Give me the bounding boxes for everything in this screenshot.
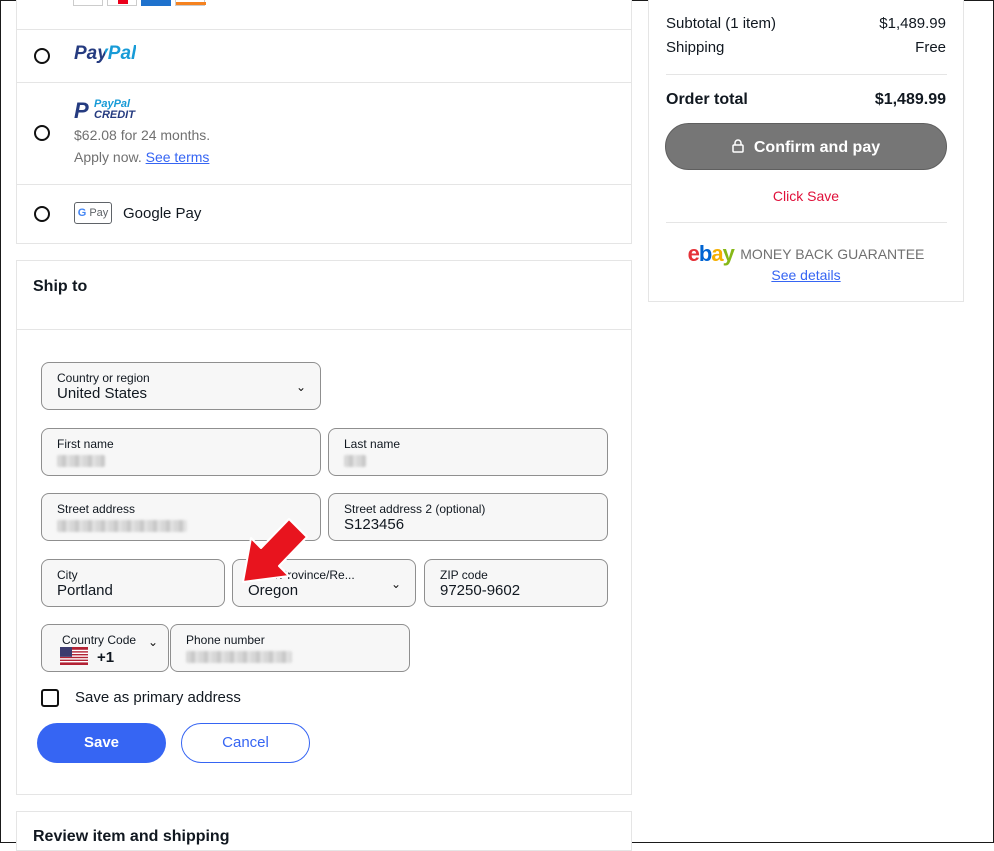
shipping-label: Shipping: [666, 39, 725, 56]
paypal-credit-radio[interactable]: [34, 125, 50, 141]
last-name-redacted: [344, 455, 366, 467]
google-pay-radio[interactable]: [34, 206, 50, 222]
last-name-field[interactable]: Last name: [328, 428, 608, 476]
see-details-wrap: See details: [649, 267, 963, 283]
subtotal-value: $1,489.99: [879, 15, 946, 32]
chevron-down-icon: ⌄: [147, 635, 158, 649]
money-back-guarantee: ebay MONEY BACK GUARANTEE: [649, 241, 963, 267]
save-primary-checkbox[interactable]: [41, 689, 59, 707]
street-address-2-label: Street address 2 (optional): [344, 502, 486, 516]
city-field[interactable]: City Portland: [41, 559, 225, 607]
chevron-down-icon: ⌄: [390, 577, 401, 591]
phone-number-label: Phone number: [186, 633, 265, 647]
street-address-label: Street address: [57, 502, 136, 516]
divider: [666, 222, 947, 223]
first-name-label: First name: [57, 437, 114, 451]
street-address-2-value: S123456: [344, 516, 405, 533]
guarantee-text: MONEY BACK GUARANTEE: [740, 246, 925, 262]
order-total-value: $1,489.99: [874, 91, 946, 108]
zip-code-field[interactable]: ZIP code 97250-9602: [424, 559, 608, 607]
country-value: United States: [57, 385, 148, 402]
confirm-and-pay-label: Confirm and pay: [753, 139, 881, 156]
order-summary-panel: Subtotal (1 item) $1,489.99 Shipping Fre…: [648, 0, 964, 302]
payment-methods-panel: PayPal P PayPal CREDIT $62.08 for 24 mon…: [16, 0, 632, 244]
divider: [666, 74, 947, 75]
review-panel: Review item and shipping: [16, 811, 632, 851]
divider: [17, 82, 631, 83]
apply-now-text: Apply now.: [74, 149, 142, 165]
google-g-icon: G: [77, 207, 87, 219]
review-title: Review item and shipping: [33, 828, 230, 845]
phone-number-redacted: [186, 651, 292, 663]
city-label: City: [57, 568, 78, 582]
card-logo-2: [107, 0, 137, 6]
paypal-credit-logo: P PayPal CREDIT: [74, 98, 144, 123]
last-name-label: Last name: [344, 437, 401, 451]
cancel-button[interactable]: Cancel: [181, 723, 310, 763]
google-pay-badge-text: Pay: [89, 207, 109, 219]
paypal-credit-line2: CREDIT: [94, 109, 135, 121]
first-name-field[interactable]: First name: [41, 428, 321, 476]
confirm-and-pay-button[interactable]: Confirm and pay: [665, 123, 947, 170]
see-details-link[interactable]: See details: [771, 267, 840, 283]
card-logo-1: [73, 0, 103, 6]
country-code-value: +1: [97, 649, 115, 666]
phone-number-field[interactable]: Phone number: [170, 624, 410, 672]
chevron-down-icon: ⌄: [295, 380, 306, 394]
street-address-redacted: [57, 520, 187, 532]
us-flag-icon: [60, 647, 88, 665]
paypal-logo: PayPal: [74, 43, 137, 64]
divider: [17, 29, 631, 30]
shipping-value: Free: [915, 39, 946, 56]
country-code-select[interactable]: Country Code +1 ⌄: [41, 624, 169, 672]
street-address-2-field[interactable]: Street address 2 (optional) S123456: [328, 493, 608, 541]
card-logo-3: [141, 0, 171, 6]
click-save-warning: Click Save: [772, 188, 840, 204]
country-code-label: Country Code: [62, 633, 137, 647]
save-button[interactable]: Save: [37, 723, 166, 763]
divider: [17, 184, 631, 185]
divider: [17, 329, 631, 330]
country-label: Country or region: [57, 371, 150, 385]
first-name-redacted: [57, 455, 105, 467]
ship-to-panel: Ship to Country or region United States …: [16, 260, 632, 795]
zip-code-value: 97250-9602: [440, 582, 521, 599]
ebay-logo: ebay: [687, 241, 735, 266]
card-logo-4: [175, 0, 206, 6]
ship-to-title: Ship to: [33, 278, 88, 295]
order-total-label: Order total: [666, 91, 748, 108]
paypal-p-icon: P: [74, 98, 89, 123]
google-pay-label: Google Pay: [123, 205, 202, 222]
google-pay-badge: G Pay: [74, 202, 112, 224]
card-logos: [73, 0, 213, 7]
zip-code-label: ZIP code: [440, 568, 488, 582]
save-primary-label: Save as primary address: [75, 689, 241, 706]
country-select[interactable]: Country or region United States ⌄: [41, 362, 321, 410]
paypal-credit-apply: Apply now. See terms: [74, 149, 209, 165]
city-value: Portland: [57, 582, 113, 599]
paypal-radio[interactable]: [34, 48, 50, 64]
see-terms-link[interactable]: See terms: [146, 149, 210, 165]
lock-icon: [732, 139, 744, 153]
red-arrow-annotation: [242, 518, 308, 583]
paypal-credit-offer: $62.08 for 24 months.: [74, 127, 211, 143]
subtotal-label: Subtotal (1 item): [666, 15, 777, 32]
